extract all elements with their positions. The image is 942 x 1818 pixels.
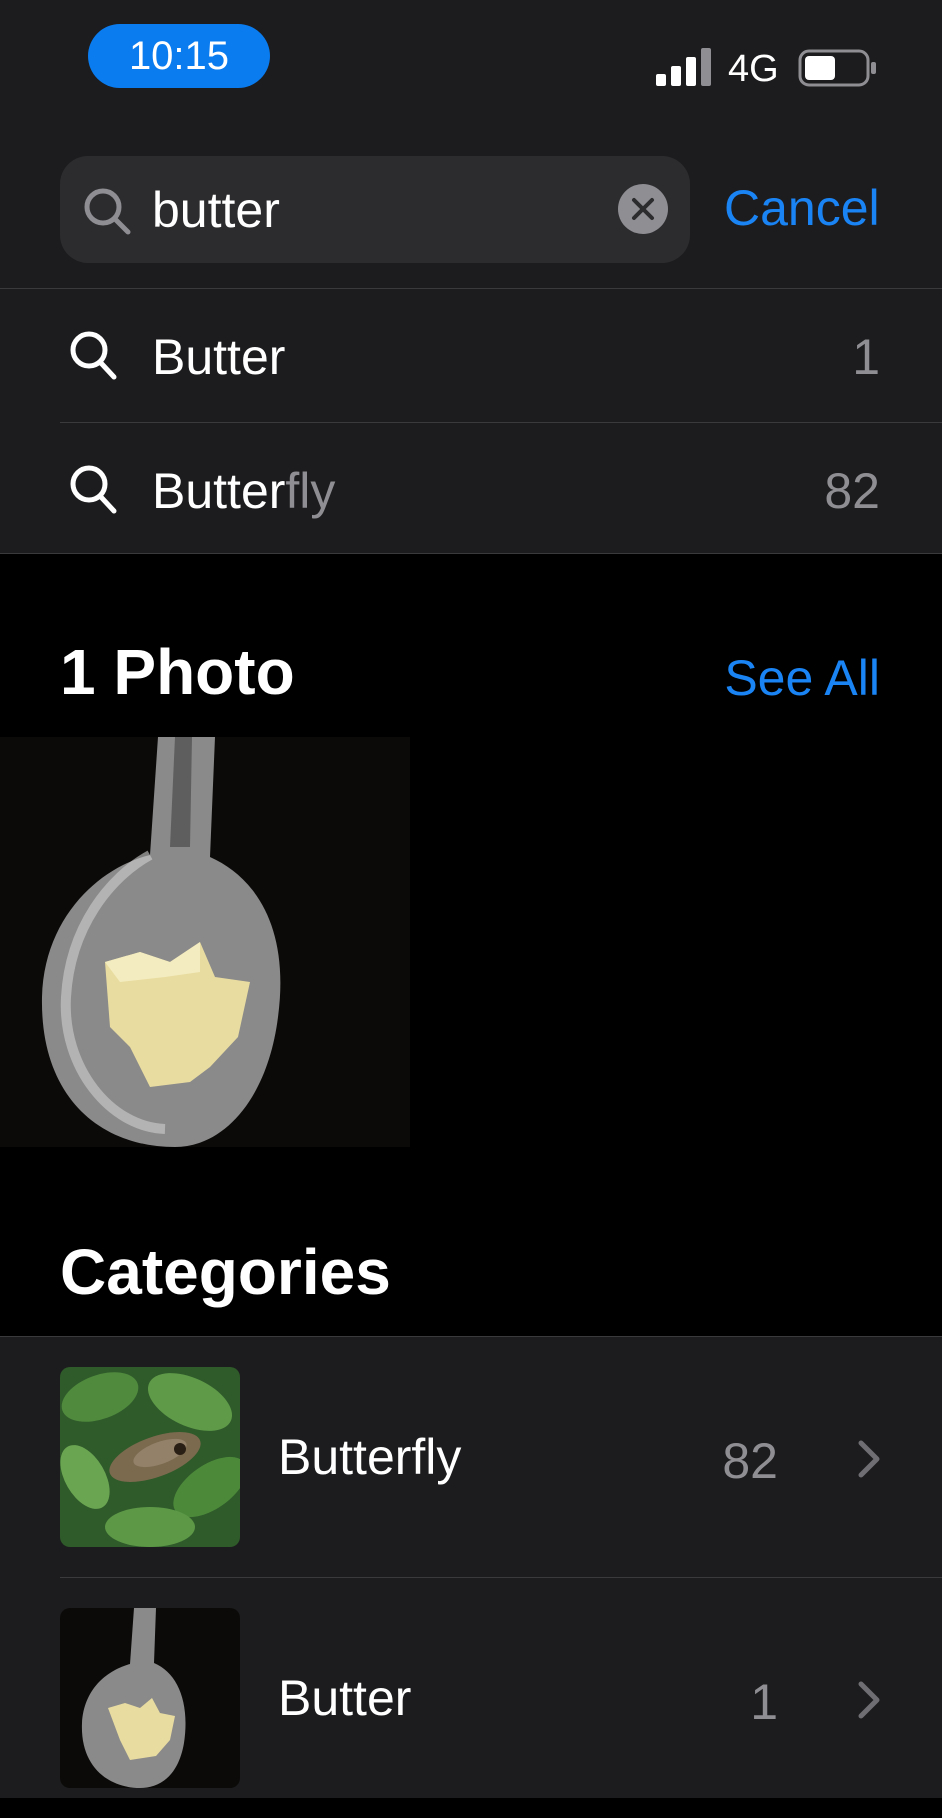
suggestion-count: 82: [824, 463, 880, 519]
suggestion-label: Butterfly: [152, 463, 336, 519]
category-label: Butterfly: [278, 1429, 462, 1485]
suggestion-label: Butter: [152, 329, 286, 385]
search-query[interactable]: butter: [152, 180, 280, 240]
photo-thumbnail[interactable]: [0, 737, 410, 1147]
search-suggestions: Butter 1 Butterfly 82: [0, 289, 942, 554]
category-row[interactable]: Butter 1: [60, 1578, 942, 1818]
cellular-signal-icon: [656, 48, 712, 86]
search-icon: [84, 188, 131, 235]
search-header: butter Cancel: [0, 140, 942, 289]
suggestion-item[interactable]: Butterfly 82: [60, 423, 942, 556]
close-icon: [632, 198, 654, 220]
suggestion-item[interactable]: Butter 1: [60, 289, 942, 423]
chevron-right-icon: [858, 1681, 880, 1719]
see-all-button[interactable]: See All: [724, 648, 880, 708]
cancel-button[interactable]: Cancel: [724, 178, 880, 238]
search-icon: [70, 465, 117, 514]
search-input[interactable]: butter: [60, 156, 690, 263]
chevron-right-icon: [858, 1440, 880, 1478]
suggestion-count: 1: [852, 329, 880, 385]
category-thumbnail: [60, 1367, 240, 1547]
category-thumbnail: [60, 1608, 240, 1788]
category-row[interactable]: Butterfly 82: [60, 1337, 942, 1578]
battery-icon: [798, 48, 878, 88]
photos-section-title: 1 Photo: [60, 636, 295, 708]
category-count: 1: [750, 1674, 778, 1730]
status-bar: 10:15 4G: [0, 0, 942, 140]
categories-section-title: Categories: [60, 1236, 391, 1308]
category-label: Butter: [278, 1670, 412, 1726]
status-time[interactable]: 10:15: [88, 24, 270, 88]
clear-search-button[interactable]: [618, 184, 668, 234]
network-type: 4G: [728, 48, 779, 90]
search-icon: [70, 331, 117, 380]
categories-list: Butterfly 82 Butter 1: [0, 1336, 942, 1798]
category-count: 82: [722, 1433, 778, 1489]
